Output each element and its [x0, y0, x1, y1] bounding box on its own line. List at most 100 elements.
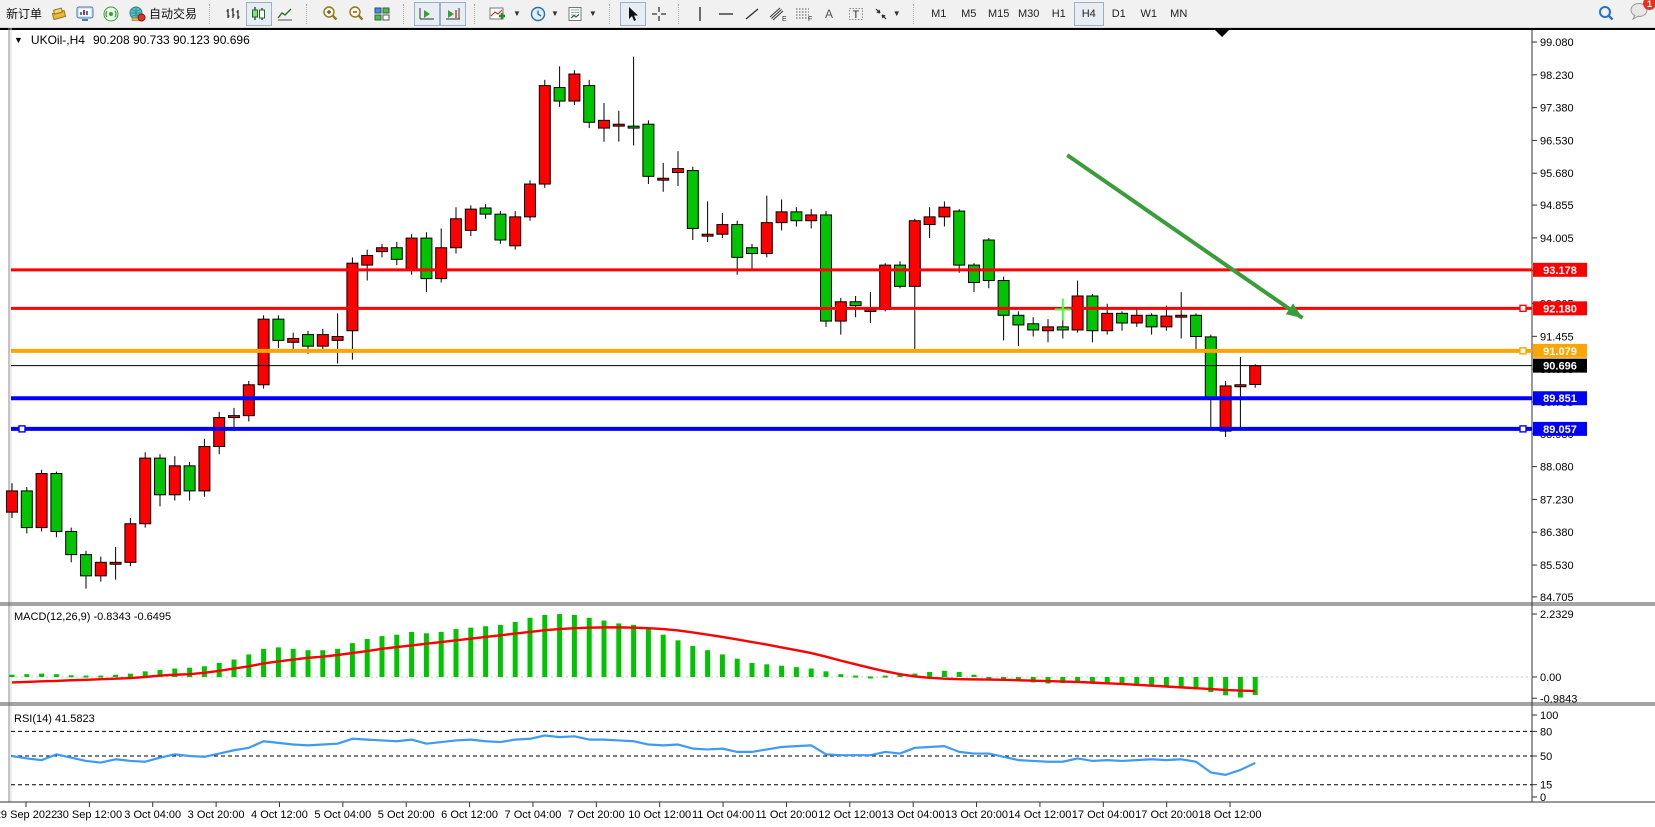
macd-histogram-bar	[809, 669, 814, 677]
terminal-icon[interactable]	[72, 2, 98, 26]
arrows-icon[interactable]: ▼	[869, 2, 905, 26]
macd-histogram-bar	[868, 676, 873, 678]
rsi-axis-label: 15	[1540, 780, 1552, 792]
text-icon[interactable]: A	[817, 2, 843, 26]
macd-histogram-bar	[646, 629, 651, 677]
chart-ohlc-values: 90.208 90.733 90.123 90.696	[93, 33, 250, 47]
macd-histogram-bar	[542, 615, 547, 677]
candle	[495, 211, 506, 244]
time-tick-label: 7 Oct 04:00	[505, 809, 562, 821]
time-tick-label: 13 Oct 04:00	[882, 809, 945, 821]
timeframe-w1[interactable]: W1	[1134, 2, 1164, 26]
window-menu-icon[interactable]: ▼	[14, 35, 23, 45]
time-tick-label: 10 Oct 12:00	[628, 809, 691, 821]
timeframe-d1[interactable]: D1	[1104, 2, 1134, 26]
periods-icon[interactable]: ▼	[525, 2, 563, 26]
macd-histogram-bar	[468, 628, 473, 677]
cursor-icon[interactable]	[620, 2, 646, 26]
macd-histogram-bar	[128, 674, 133, 677]
zoom-in-icon[interactable]	[317, 2, 343, 26]
macd-histogram-bar	[498, 625, 503, 677]
auto-scroll-icon[interactable]	[414, 2, 440, 26]
mt4-application: 新订单 自动交易	[0, 0, 1655, 827]
timeframe-m5[interactable]: M5	[954, 2, 984, 26]
macd-histogram-bar	[705, 650, 710, 677]
time-tick-label: 11 Oct 04:00	[692, 809, 754, 821]
notifications-button[interactable]: 1	[1629, 2, 1649, 25]
gold-ingot-icon[interactable]	[46, 2, 72, 26]
new-order-button[interactable]: 新订单	[2, 2, 46, 26]
macd-histogram-bar	[1238, 677, 1243, 698]
price-tick-label: 94.005	[1540, 233, 1574, 245]
text-label-icon[interactable]: T	[843, 2, 869, 26]
timeframe-m1[interactable]: M1	[924, 2, 954, 26]
horizontal-line-icon[interactable]	[713, 2, 739, 26]
toolbar-separator	[306, 4, 312, 24]
chart-type-group	[218, 0, 300, 28]
toolbar-separator	[609, 4, 615, 24]
macd-axis-label: 0.00	[1540, 672, 1561, 684]
candle	[51, 472, 62, 538]
macd-histogram-bar	[306, 650, 311, 677]
candle	[569, 70, 580, 105]
macd-histogram-bar	[394, 635, 399, 677]
chart-shift-icon[interactable]	[440, 2, 466, 26]
signals-icon[interactable]	[98, 2, 124, 26]
macd-histogram-bar	[424, 633, 429, 677]
line-handle[interactable]	[1520, 348, 1526, 354]
vertical-line-icon[interactable]	[687, 2, 713, 26]
equidistant-channel-icon[interactable]: E	[765, 2, 791, 26]
toolbar: 新订单 自动交易	[0, 0, 1655, 28]
macd-histogram-bar	[187, 668, 192, 677]
crosshair-icon[interactable]	[646, 2, 672, 26]
timeframe-h1[interactable]: H1	[1044, 2, 1074, 26]
search-icon[interactable]	[1593, 2, 1619, 26]
timeframe-m30[interactable]: M30	[1014, 2, 1044, 26]
timeframe-mn[interactable]: MN	[1164, 2, 1194, 26]
candlestick-chart-icon[interactable]	[246, 2, 272, 26]
macd-histogram-bar	[335, 649, 340, 677]
timeframe-h4[interactable]: H4	[1074, 2, 1104, 26]
macd-histogram-bar	[824, 671, 829, 677]
macd-histogram-bar	[853, 676, 858, 678]
time-tick-label: 5 Oct 20:00	[378, 809, 435, 821]
zoom-group	[315, 0, 397, 28]
line-chart-icon[interactable]	[272, 2, 298, 26]
rsi-label: RSI(14) 41.5823	[14, 713, 95, 725]
macd-histogram-bar	[24, 674, 29, 677]
timeframe-m15[interactable]: M15	[984, 2, 1014, 26]
macd-histogram-bar	[54, 674, 59, 677]
candle	[895, 261, 906, 288]
candle	[539, 80, 550, 188]
line-handle[interactable]	[1520, 426, 1526, 432]
candle	[199, 439, 210, 497]
chart-canvas[interactable]: 99.08098.23097.38096.53095.68094.85594.0…	[0, 28, 1655, 827]
scroll-group	[412, 0, 468, 28]
window-top-border	[0, 28, 1655, 30]
toolbar-separator	[209, 4, 215, 24]
price-tick-label: 86.380	[1540, 527, 1574, 539]
price-tag-label: 91.079	[1543, 346, 1577, 358]
candle	[125, 518, 136, 566]
trendline-icon[interactable]	[739, 2, 765, 26]
time-tick-label: 12 Oct 12:00	[818, 809, 881, 821]
line-handle[interactable]	[19, 426, 25, 432]
macd-histogram-bar	[1223, 677, 1228, 695]
autotrading-button[interactable]: 自动交易	[124, 2, 201, 26]
bar-chart-icon[interactable]	[220, 2, 246, 26]
macd-histogram-bar	[1253, 677, 1258, 695]
fibonacci-icon[interactable]: F	[791, 2, 817, 26]
line-handle[interactable]	[1520, 305, 1526, 311]
macd-histogram-bar	[883, 676, 888, 678]
templates-icon[interactable]: ▼	[563, 2, 601, 26]
zoom-out-icon[interactable]	[343, 2, 369, 26]
chart-symbol-period: UKOil-,H4	[31, 33, 85, 47]
tile-windows-icon[interactable]	[369, 2, 395, 26]
chart-area[interactable]: 99.08098.23097.38096.53095.68094.85594.0…	[0, 28, 1655, 827]
macd-histogram-bar	[557, 614, 562, 677]
toolbar-separator	[474, 4, 480, 24]
candle	[21, 487, 32, 533]
indicators-icon[interactable]: ▼	[485, 2, 525, 26]
macd-histogram-bar	[454, 629, 459, 677]
candle	[243, 381, 254, 422]
